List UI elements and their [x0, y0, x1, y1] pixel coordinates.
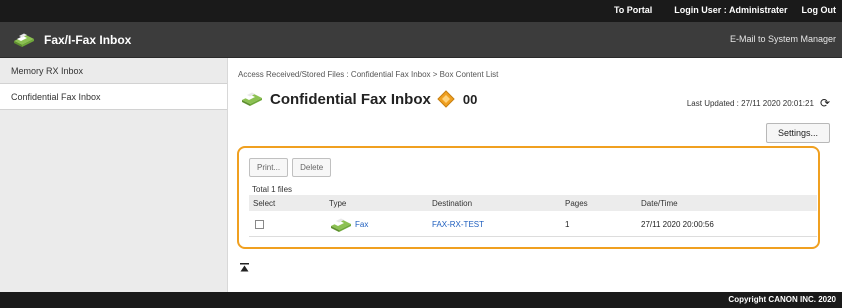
- column-header-select: Select: [253, 198, 276, 208]
- select-cell: [253, 213, 264, 236]
- total-files: Total 1 files: [252, 185, 293, 194]
- refresh-icon[interactable]: ⟳: [820, 97, 830, 109]
- last-updated-text: Last Updated : 27/11 2020 20:01:21: [686, 98, 814, 108]
- login-user-label: Login User :: [674, 5, 727, 15]
- footer: Copyright CANON INC. 2020: [0, 292, 842, 308]
- app-title-text: Fax/I-Fax Inbox: [44, 33, 132, 47]
- app-header: Fax/I-Fax Inbox E-Mail to System Manager: [0, 22, 842, 58]
- scroll-to-top-glyph: [240, 263, 249, 272]
- to-portal-link[interactable]: To Portal: [614, 5, 652, 15]
- destination-link[interactable]: FAX-RX-TEST: [432, 220, 484, 229]
- logout-link[interactable]: Log Out: [802, 5, 837, 15]
- pages-cell: 1: [565, 220, 570, 229]
- copyright: Copyright CANON INC. 2020: [728, 295, 836, 304]
- top-links: To Portal Login User : Administrater Log…: [614, 5, 836, 15]
- column-header-type: Type: [329, 198, 347, 208]
- email-system-manager-link[interactable]: E-Mail to System Manager: [730, 34, 836, 44]
- destination-cell: FAX-RX-TEST: [432, 213, 484, 236]
- column-header-destination: Destination: [432, 198, 473, 208]
- type-cell: Fax: [329, 213, 368, 236]
- main-content: Access Received/Stored Files : Confident…: [228, 58, 842, 292]
- delete-button[interactable]: Delete: [292, 158, 332, 177]
- file-list-panel: Print... Delete Total 1 files Select Typ…: [237, 146, 820, 249]
- sidebar-item-confidential-fax-inbox[interactable]: Confidential Fax Inbox: [0, 84, 228, 110]
- box-number: 00: [462, 91, 478, 107]
- action-buttons: Print... Delete: [249, 158, 332, 177]
- login-user-name: Administrater: [728, 5, 788, 15]
- datetime-cell: 27/11 2020 20:00:56: [641, 220, 714, 229]
- print-button[interactable]: Print...: [249, 158, 289, 177]
- last-updated: Last Updated : 27/11 2020 20:01:21 ⟳: [686, 97, 830, 109]
- page-title-text: Confidential Fax Inbox: [270, 90, 431, 108]
- select-checkbox[interactable]: [255, 220, 264, 229]
- type-label: Fax: [355, 220, 369, 229]
- page-title: Confidential Fax Inbox 00: [240, 90, 477, 108]
- fax-machine-icon: [331, 218, 351, 232]
- top-bar: To Portal Login User : Administrater Log…: [0, 0, 842, 22]
- diamond-box-icon: [437, 90, 455, 108]
- column-header-datetime: Date/Time: [641, 198, 678, 208]
- type-link[interactable]: Fax: [329, 217, 368, 233]
- sidebar-item-memory-rx-inbox[interactable]: Memory RX Inbox: [0, 58, 227, 84]
- fax-machine-icon: [242, 92, 262, 106]
- scroll-to-top-icon[interactable]: [240, 263, 249, 274]
- fax-machine-icon: [14, 33, 34, 47]
- column-header-pages: Pages: [565, 198, 588, 208]
- table-header: Select Type Destination Pages Date/Time: [249, 195, 817, 211]
- login-user-info: Login User : Administrater: [674, 5, 787, 15]
- app-title: Fax/I-Fax Inbox: [12, 32, 131, 48]
- sidebar: Memory RX Inbox Confidential Fax Inbox: [0, 58, 228, 292]
- breadcrumb: Access Received/Stored Files : Confident…: [238, 70, 499, 79]
- table-row: Fax FAX-RX-TEST 1 27/11 2020 20:00:56: [249, 213, 817, 237]
- settings-button[interactable]: Settings...: [766, 123, 830, 143]
